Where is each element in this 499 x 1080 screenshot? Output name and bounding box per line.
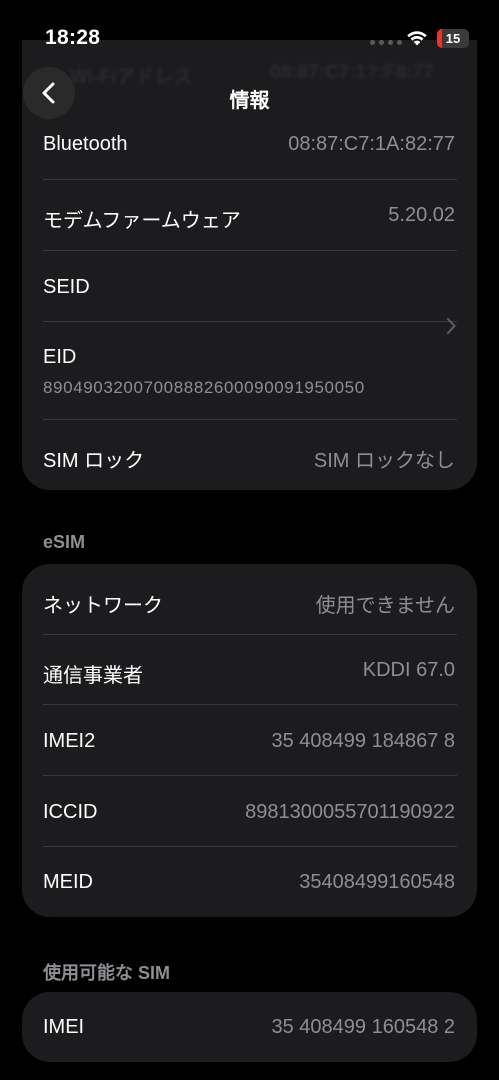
row-value: KDDI 67.0 [362, 659, 455, 681]
section-header-esim: eSIM [43, 532, 86, 552]
status-bar: 18:28 15 [0, 0, 499, 60]
list-row-iccid: ICCID 8981300055701190922 [22, 776, 477, 847]
row-value: SIM ロックなし [313, 450, 455, 472]
row-label: モデムファームウェア [43, 210, 241, 232]
row-label: EID [43, 346, 77, 368]
row-label: Bluetooth [43, 133, 128, 155]
list-row-eid: EID 89049032007008882600090091950050 [22, 322, 477, 420]
list-row-modem-firmware: モデムファームウェア 5.20.02 [22, 180, 477, 251]
eid-value: 89049032007008882600090091950050 [43, 378, 365, 397]
about-screen: Wi-Fiアドレス 08:87:C7:1?:F8:77 18:28 15 情報 … [0, 0, 499, 1080]
row-label: SEID [43, 276, 90, 298]
esim-list: ネットワーク 使用できません 通信事業者 KDDI 67.0 IMEI2 35 … [22, 564, 477, 917]
list-row-seid[interactable]: SEID [22, 251, 477, 322]
list-row-sim-lock: SIM ロック SIM ロックなし [22, 420, 477, 490]
list-row-imei: IMEI 35 408499 160548 2 [22, 992, 477, 1062]
available-sim-list: IMEI 35 408499 160548 2 [22, 992, 477, 1062]
cellular-signal-icon [370, 40, 402, 45]
page-title: 情報 [229, 90, 270, 112]
section-header-available-sim: 使用可能な SIM [43, 963, 171, 983]
navigation-bar: 情報 [0, 60, 499, 130]
list-row-carrier: 通信事業者 KDDI 67.0 [22, 635, 477, 705]
status-time: 18:28 [45, 26, 101, 49]
row-label: SIM ロック [43, 450, 145, 472]
row-value: 35 408499 184867 8 [271, 730, 455, 752]
list-row-meid: MEID 35408499160548 [22, 847, 477, 917]
list-row-network: ネットワーク 使用できません [22, 564, 477, 635]
row-value: 35408499160548 [299, 871, 455, 893]
row-label: ICCID [43, 801, 98, 823]
row-value: 08:87:C7:1A:82:77 [288, 133, 455, 155]
battery-percentage: 15 [445, 31, 461, 46]
list-row-imei2: IMEI2 35 408499 184867 8 [22, 705, 477, 776]
row-value: 使用できません [315, 595, 455, 617]
row-label: 通信事業者 [43, 665, 143, 687]
row-label: MEID [43, 871, 93, 893]
row-value: 8981300055701190922 [245, 801, 455, 823]
row-label: IMEI2 [43, 730, 96, 752]
row-value: 5.20.02 [388, 204, 455, 226]
row-value: 35 408499 160548 2 [271, 1016, 455, 1038]
row-label: ネットワーク [43, 595, 163, 617]
wifi-icon [407, 31, 427, 46]
row-label: IMEI [43, 1016, 85, 1038]
battery-icon: 15 [437, 29, 469, 48]
